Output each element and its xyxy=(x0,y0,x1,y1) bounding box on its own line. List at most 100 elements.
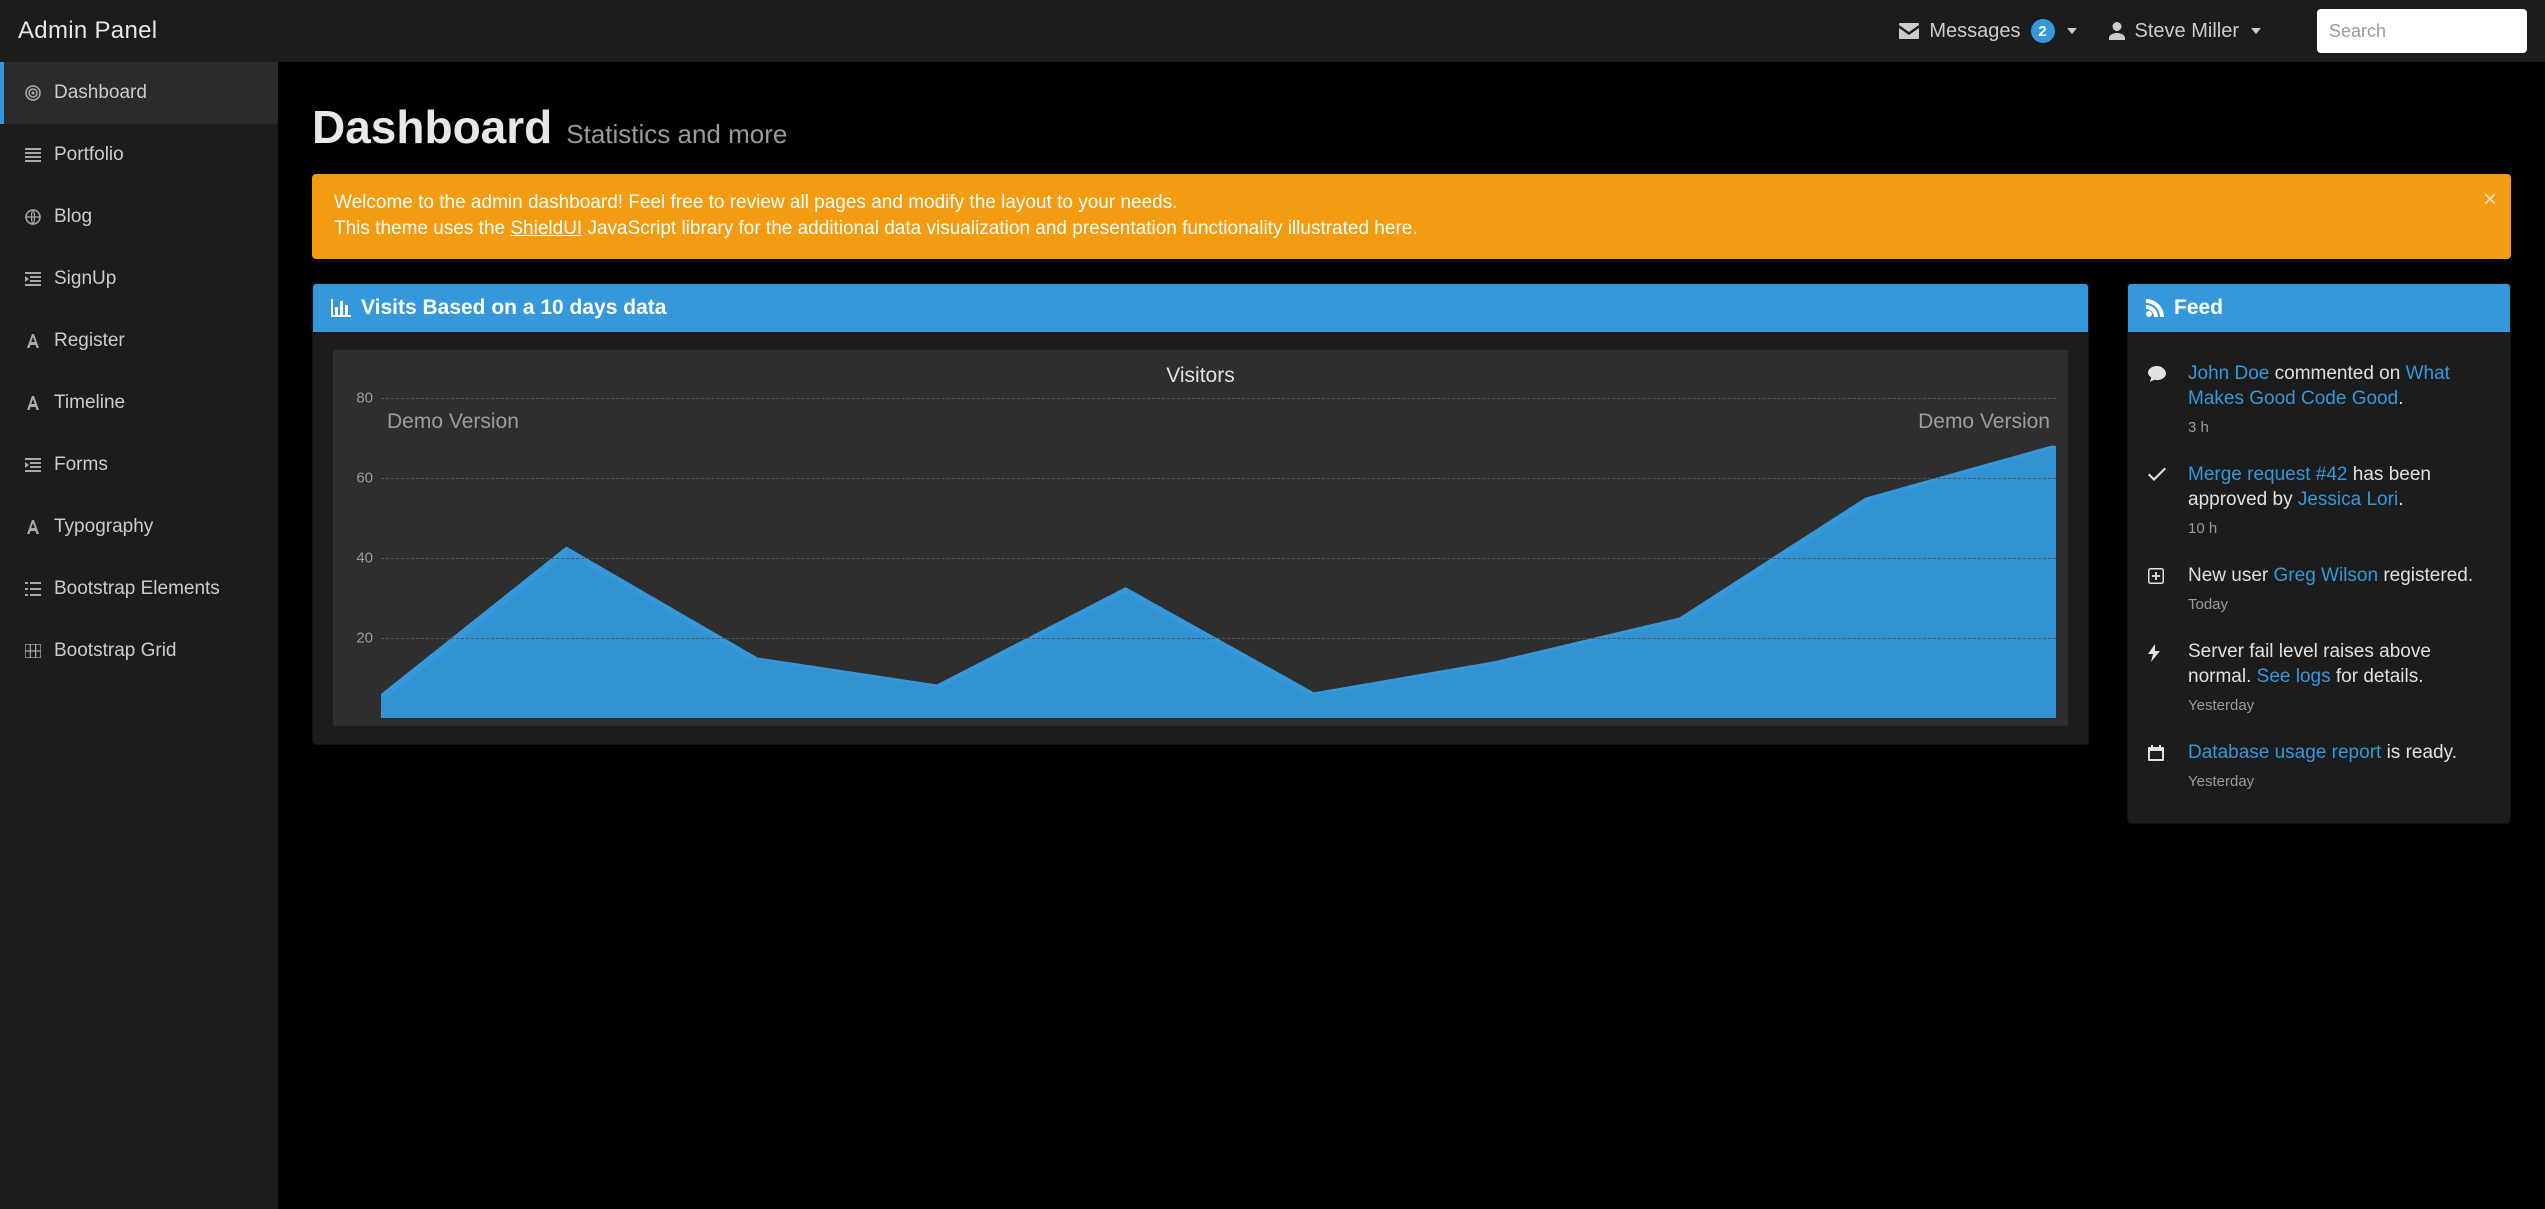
sidebar-item-forms[interactable]: Forms xyxy=(0,434,278,496)
font-icon xyxy=(24,333,42,349)
close-icon[interactable]: × xyxy=(2483,184,2497,216)
y-tick-label: 80 xyxy=(356,390,373,407)
calendar-icon xyxy=(2148,741,2170,791)
sidebar: Dashboard Portfolio Blog SignUp Register Time… xyxy=(0,62,278,1209)
messages-dropdown[interactable]: Messages 2 xyxy=(1899,19,2076,43)
shieldui-link[interactable]: ShieldUI xyxy=(510,218,582,239)
feed-item: Merge request #42 has been approved by J… xyxy=(2148,451,2490,552)
feed-item: Server fail level raises above normal. S… xyxy=(2148,628,2490,729)
user-icon xyxy=(2109,22,2125,40)
grid-line xyxy=(381,558,2056,559)
sidebar-item-signup[interactable]: SignUp xyxy=(0,248,278,310)
grid-line xyxy=(381,398,2056,399)
messages-label: Messages xyxy=(1929,20,2020,43)
sidebar-item-register[interactable]: Register xyxy=(0,310,278,372)
list-bars-icon xyxy=(24,148,42,162)
chart-title: Visitors xyxy=(345,364,2056,388)
feed-item-body: Server fail level raises above normal. S… xyxy=(2188,640,2490,715)
sidebar-item-label: Blog xyxy=(54,206,92,228)
grid-icon xyxy=(24,644,42,658)
feed-link[interactable]: Database usage report xyxy=(2188,742,2381,763)
sidebar-item-label: Timeline xyxy=(54,392,125,414)
page-title: Dashboard xyxy=(312,100,552,154)
feed-text: for details. xyxy=(2331,666,2424,687)
navbar-right: Messages 2 Steve Miller xyxy=(1899,9,2527,53)
search-input[interactable] xyxy=(2329,21,2515,42)
check-icon xyxy=(2148,463,2170,538)
feed-link[interactable]: John Doe xyxy=(2188,363,2269,384)
feed-item-time: Today xyxy=(2188,595,2490,615)
feed-list: John Doe commented on What Makes Good Co… xyxy=(2148,350,2490,805)
feed-link[interactable]: Greg Wilson xyxy=(2274,565,2379,586)
indent-icon xyxy=(24,458,42,472)
bullseye-icon xyxy=(24,85,42,101)
search-box[interactable] xyxy=(2317,9,2527,53)
sidebar-item-label: Bootstrap Grid xyxy=(54,640,177,662)
sidebar-item-label: SignUp xyxy=(54,268,116,290)
globe-icon xyxy=(24,209,42,225)
feed-text: . xyxy=(2398,388,2403,409)
alert-line-2-post: JavaScript library for the additional da… xyxy=(582,218,1417,239)
alert-line-1: Welcome to the admin dashboard! Feel fre… xyxy=(334,192,1178,213)
y-tick-label: 20 xyxy=(356,630,373,647)
feed-item-body: New user Greg Wilson registered. Today xyxy=(2188,564,2490,614)
grid-line xyxy=(381,638,2056,639)
feed-panel-heading: Feed xyxy=(2128,284,2510,332)
visitors-chart: Visitors 20 40 60 80 Demo Version Demo Vers… xyxy=(333,350,2068,726)
sidebar-item-label: Bootstrap Elements xyxy=(54,578,220,600)
sidebar-item-label: Forms xyxy=(54,454,108,476)
feed-item: Database usage report is ready. Yesterday xyxy=(2148,729,2490,805)
user-dropdown[interactable]: Steve Miller xyxy=(2109,20,2261,43)
feed-text: is ready. xyxy=(2381,742,2457,763)
alert-line-2-pre: This theme uses the xyxy=(334,218,510,239)
feed-text: registered. xyxy=(2378,565,2473,586)
feed-text: commented on xyxy=(2269,363,2405,384)
visits-panel: Visits Based on a 10 days data Visitors … xyxy=(312,283,2089,745)
feed-link[interactable]: Merge request #42 xyxy=(2188,464,2348,485)
navbar: Admin Panel Messages 2 Steve Miller xyxy=(0,0,2545,62)
list-icon xyxy=(24,582,42,596)
bar-chart-icon xyxy=(331,299,351,317)
feed-item-body: Database usage report is ready. Yesterday xyxy=(2188,741,2490,791)
y-tick-label: 40 xyxy=(356,550,373,567)
chevron-down-icon xyxy=(2067,28,2077,34)
chart-watermark-left: Demo Version xyxy=(387,410,519,434)
feed-item-time: 10 h xyxy=(2188,519,2490,539)
welcome-alert: × Welcome to the admin dashboard! Feel f… xyxy=(312,174,2511,259)
feed-text: New user xyxy=(2188,565,2274,586)
font-icon xyxy=(24,395,42,411)
sidebar-item-dashboard[interactable]: Dashboard xyxy=(0,62,278,124)
brand[interactable]: Admin Panel xyxy=(18,17,157,45)
sidebar-item-portfolio[interactable]: Portfolio xyxy=(0,124,278,186)
feed-item: New user Greg Wilson registered. Today xyxy=(2148,552,2490,628)
sidebar-item-blog[interactable]: Blog xyxy=(0,186,278,248)
feed-item-time: Yesterday xyxy=(2188,772,2490,792)
bolt-icon xyxy=(2148,640,2170,715)
sidebar-item-bootstrap-elements[interactable]: Bootstrap Elements xyxy=(0,558,278,620)
sidebar-item-label: Typography xyxy=(54,516,153,538)
feed-item-time: 3 h xyxy=(2188,418,2490,438)
sidebar-item-typography[interactable]: Typography xyxy=(0,496,278,558)
feed-panel-title: Feed xyxy=(2174,296,2223,320)
feed-item-body: Merge request #42 has been approved by J… xyxy=(2188,463,2490,538)
sidebar-item-timeline[interactable]: Timeline xyxy=(0,372,278,434)
envelope-icon xyxy=(1899,23,1919,39)
grid-line xyxy=(381,478,2056,479)
sidebar-item-label: Register xyxy=(54,330,125,352)
sidebar-item-bootstrap-grid[interactable]: Bootstrap Grid xyxy=(0,620,278,682)
rss-icon xyxy=(2146,299,2164,317)
sidebar-item-label: Portfolio xyxy=(54,144,124,166)
feed-text: . xyxy=(2398,489,2403,510)
messages-badge: 2 xyxy=(2031,19,2055,43)
feed-link[interactable]: See logs xyxy=(2257,666,2331,687)
comment-icon xyxy=(2148,362,2170,437)
font-icon xyxy=(24,519,42,535)
feed-link[interactable]: Jessica Lori xyxy=(2298,489,2398,510)
plus-square-icon xyxy=(2148,564,2170,614)
y-tick-label: 60 xyxy=(356,470,373,487)
main-content: Dashboard Statistics and more × Welcome … xyxy=(278,62,2545,1209)
indent-icon xyxy=(24,272,42,286)
feed-panel: Feed John Doe commented on What Makes Go… xyxy=(2127,283,2511,824)
user-name: Steve Miller xyxy=(2135,20,2239,43)
chart-watermark-right: Demo Version xyxy=(1918,410,2050,434)
